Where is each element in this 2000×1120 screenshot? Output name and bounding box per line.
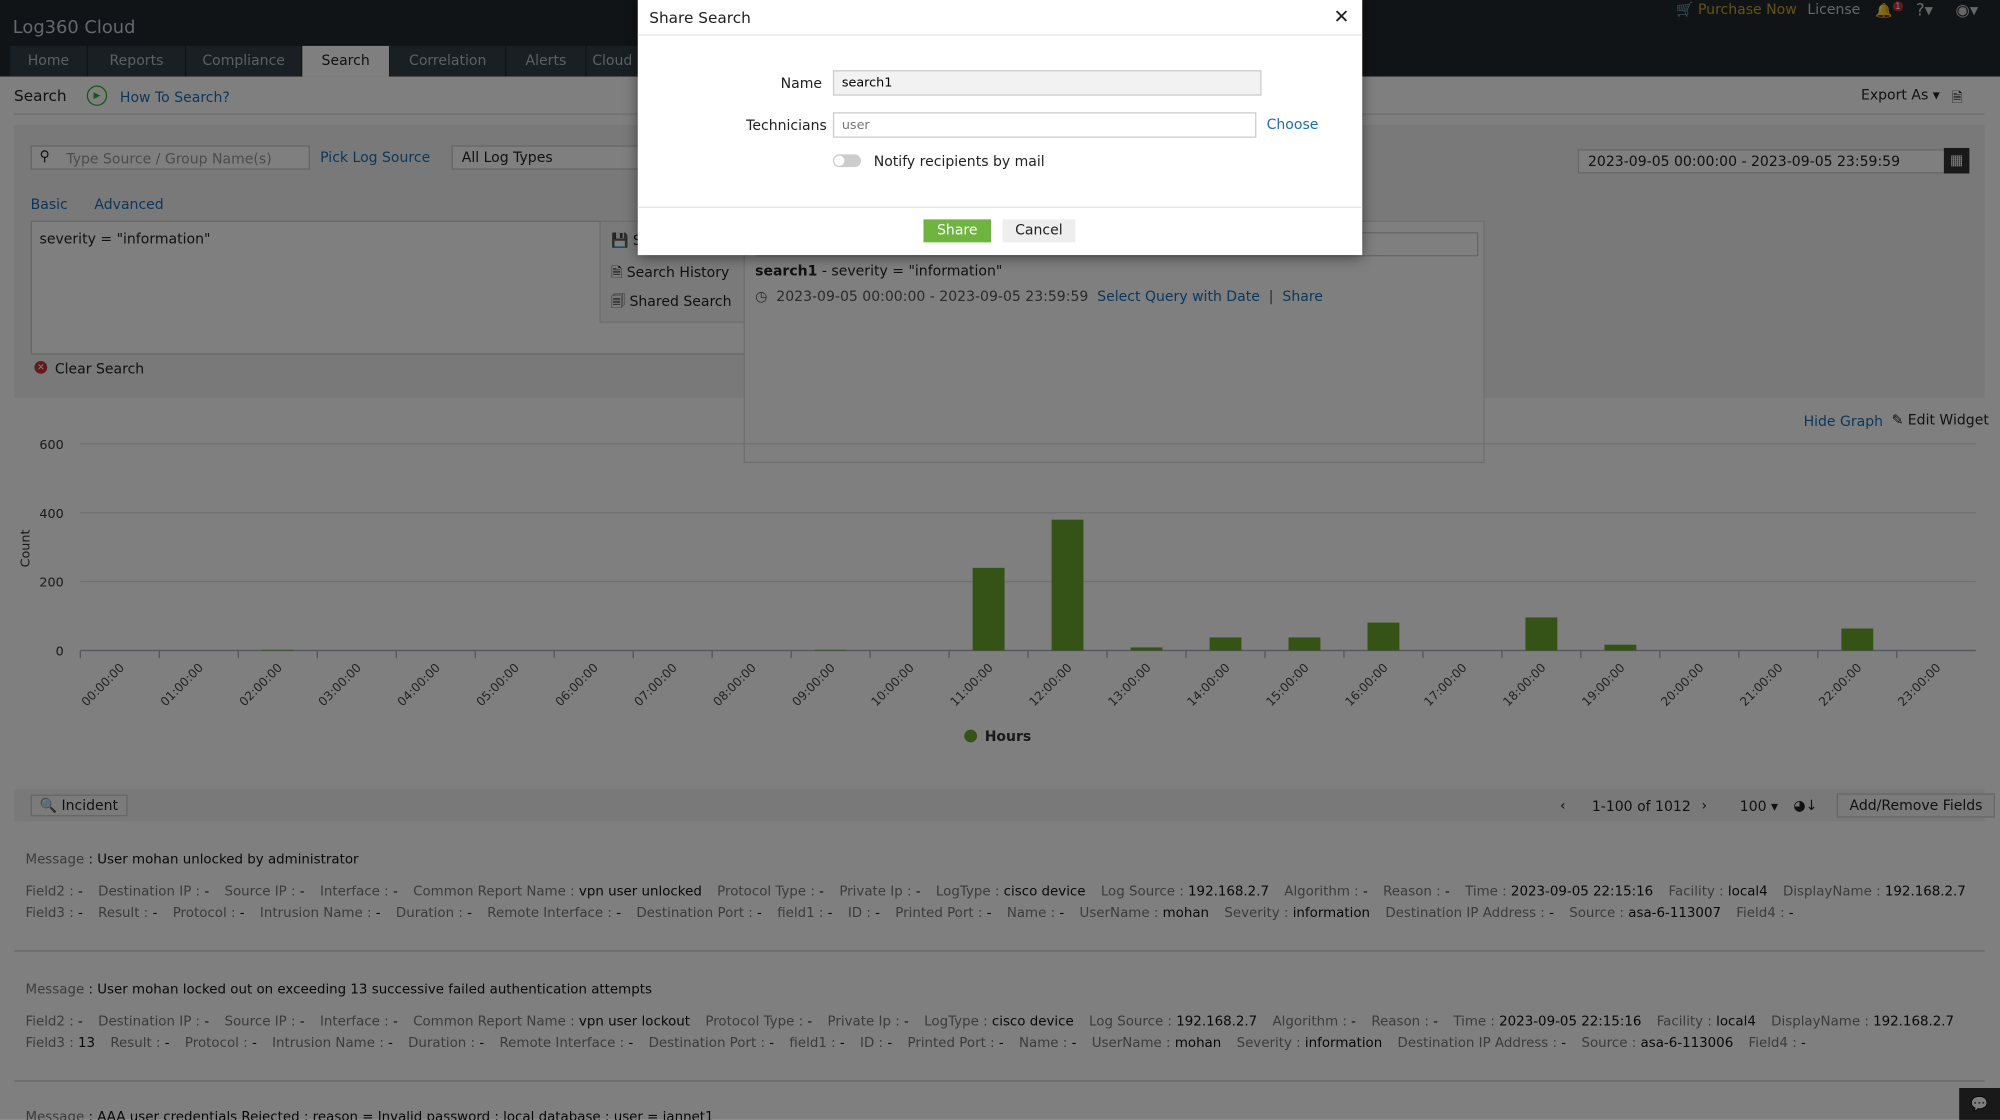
name-input[interactable] [832, 70, 1262, 96]
choose-link[interactable]: Choose [1267, 116, 1319, 133]
notify-label: Notify recipients by mail [873, 153, 1045, 170]
technicians-input[interactable] [832, 112, 1257, 138]
notify-toggle[interactable] [832, 154, 861, 168]
name-label: Name [780, 75, 823, 92]
dialog-title: Share Search [649, 8, 751, 27]
cancel-button[interactable]: Cancel [1002, 219, 1076, 243]
divider [637, 206, 1363, 208]
share-search-dialog: Share Search ✕ Name Technicians Choose N… [637, 0, 1363, 256]
close-icon[interactable]: ✕ [1333, 5, 1349, 28]
divider [637, 34, 1363, 36]
share-button[interactable]: Share [923, 219, 992, 243]
technicians-label: Technicians [746, 117, 827, 134]
